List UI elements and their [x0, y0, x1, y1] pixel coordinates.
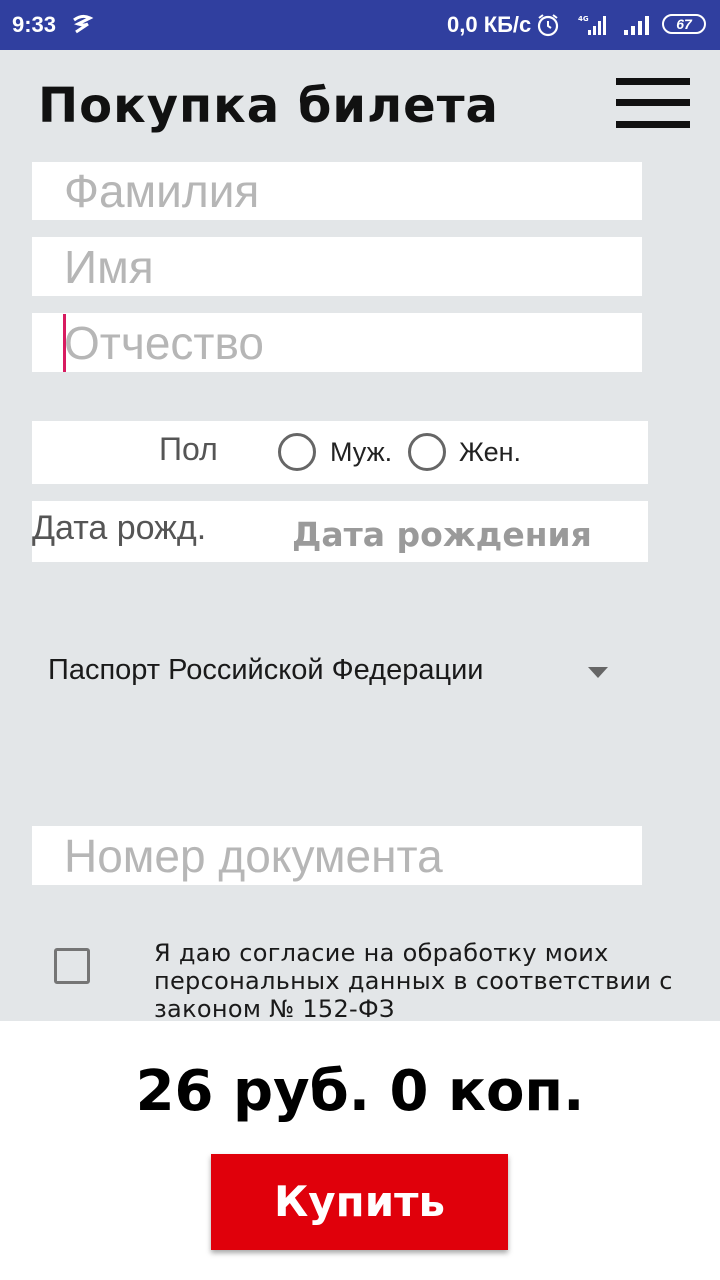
page-title: Покупка билета — [38, 78, 499, 134]
signal-icon — [624, 16, 649, 35]
battery-icon: 67 — [662, 14, 706, 34]
buy-button[interactable]: Купить — [211, 1154, 508, 1250]
document-type-value: Паспорт Российской Федерации — [48, 654, 484, 686]
status-time: 9:33 — [12, 12, 57, 37]
consent-text: Я даю согласие на обработку моих персона… — [154, 939, 673, 1023]
patronymic-input[interactable] — [32, 313, 642, 372]
radio-female-label[interactable]: Жен. — [459, 437, 521, 468]
radio-female[interactable] — [408, 433, 446, 471]
gender-row: Пол Муж. Жен. — [32, 421, 648, 484]
text-cursor — [63, 314, 66, 372]
name-input[interactable] — [32, 237, 642, 296]
chevron-down-icon — [588, 667, 608, 678]
alarm-icon — [537, 14, 559, 37]
hamburger-menu-icon[interactable] — [616, 78, 690, 132]
dob-row: Дата рожд. Дата рождения — [32, 501, 648, 562]
status-bar: 9:33 0,0 КБ/с 4G 67 — [0, 0, 720, 50]
checkout-panel: 26 руб. 0 коп. Купить — [0, 1021, 720, 1280]
network-speed: 0,0 КБ/с — [447, 12, 532, 37]
dob-label: Дата рожд. — [32, 509, 207, 547]
svg-text:4G: 4G — [578, 15, 589, 23]
document-type-select[interactable]: Паспорт Российской Федерации — [48, 652, 628, 696]
consent-checkbox[interactable] — [54, 948, 90, 984]
radio-male[interactable] — [278, 433, 316, 471]
gender-label: Пол — [159, 431, 218, 467]
document-number-input[interactable] — [32, 826, 642, 885]
notification-icon — [73, 14, 94, 34]
surname-input[interactable] — [32, 162, 642, 220]
signal-4g-icon: 4G — [578, 15, 606, 35]
ticket-price: 26 руб. 0 коп. — [135, 1059, 585, 1124]
dob-picker[interactable]: Дата рождения — [292, 515, 592, 554]
radio-male-label[interactable]: Муж. — [330, 437, 392, 468]
